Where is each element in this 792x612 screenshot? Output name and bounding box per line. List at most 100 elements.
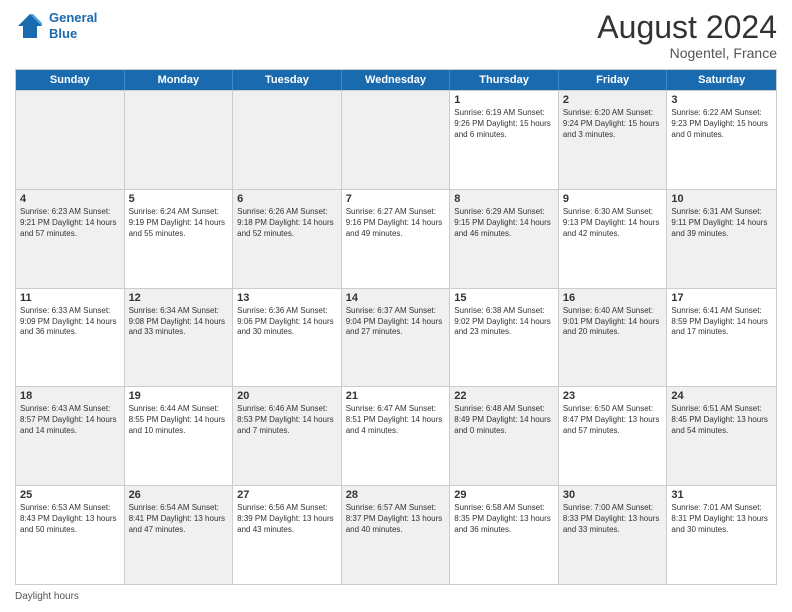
logo-text: General Blue bbox=[49, 10, 97, 41]
day-number: 3 bbox=[671, 94, 772, 106]
cal-cell-21: 21 Sunrise: 6:47 AM Sunset: 8:51 PM Dayli… bbox=[342, 387, 451, 485]
logo: General Blue bbox=[15, 10, 97, 41]
cell-info: Sunrise: 6:58 AM Sunset: 8:35 PM Dayligh… bbox=[454, 503, 554, 535]
weekday-header-sunday: Sunday bbox=[16, 70, 125, 90]
week-row-2: 4 Sunrise: 6:23 AM Sunset: 9:21 PM Daylig… bbox=[16, 189, 776, 288]
day-number: 5 bbox=[129, 193, 229, 205]
logo-icon bbox=[15, 11, 45, 41]
day-number: 31 bbox=[671, 489, 772, 501]
day-number: 17 bbox=[671, 292, 772, 304]
cell-info: Sunrise: 6:41 AM Sunset: 8:59 PM Dayligh… bbox=[671, 306, 772, 338]
cell-info: Sunrise: 6:54 AM Sunset: 8:41 PM Dayligh… bbox=[129, 503, 229, 535]
day-number: 26 bbox=[129, 489, 229, 501]
cal-cell-8: 8 Sunrise: 6:29 AM Sunset: 9:15 PM Daylig… bbox=[450, 190, 559, 288]
cell-info: Sunrise: 6:27 AM Sunset: 9:16 PM Dayligh… bbox=[346, 207, 446, 239]
cal-cell-24: 24 Sunrise: 6:51 AM Sunset: 8:45 PM Dayli… bbox=[667, 387, 776, 485]
cell-info: Sunrise: 6:24 AM Sunset: 9:19 PM Dayligh… bbox=[129, 207, 229, 239]
cal-cell-29: 29Sunrise: 6:58 AM Sunset: 8:35 PM Dayli… bbox=[450, 486, 559, 584]
weekday-header-wednesday: Wednesday bbox=[342, 70, 451, 90]
cell-info: Sunrise: 6:43 AM Sunset: 8:57 PM Dayligh… bbox=[20, 404, 120, 436]
day-number: 1 bbox=[454, 94, 554, 106]
day-number: 14 bbox=[346, 292, 446, 304]
cell-info: Sunrise: 6:50 AM Sunset: 8:47 PM Dayligh… bbox=[563, 404, 663, 436]
cell-info: Sunrise: 6:30 AM Sunset: 9:13 PM Dayligh… bbox=[563, 207, 663, 239]
day-number: 8 bbox=[454, 193, 554, 205]
cal-cell-5: 5 Sunrise: 6:24 AM Sunset: 9:19 PM Daylig… bbox=[125, 190, 234, 288]
week-row-1: 1Sunrise: 6:19 AM Sunset: 9:26 PM Daylig… bbox=[16, 90, 776, 189]
cell-info: Sunrise: 6:31 AM Sunset: 9:11 PM Dayligh… bbox=[671, 207, 772, 239]
day-number: 10 bbox=[671, 193, 772, 205]
cell-info: Sunrise: 6:40 AM Sunset: 9:01 PM Dayligh… bbox=[563, 306, 663, 338]
cell-info: Sunrise: 6:51 AM Sunset: 8:45 PM Dayligh… bbox=[671, 404, 772, 436]
cal-cell-27: 27Sunrise: 6:56 AM Sunset: 8:39 PM Dayli… bbox=[233, 486, 342, 584]
day-number: 30 bbox=[563, 489, 663, 501]
cell-info: Sunrise: 6:36 AM Sunset: 9:06 PM Dayligh… bbox=[237, 306, 337, 338]
footer: Daylight hours bbox=[15, 591, 777, 602]
day-number: 25 bbox=[20, 489, 120, 501]
cell-info: Sunrise: 6:46 AM Sunset: 8:53 PM Dayligh… bbox=[237, 404, 337, 436]
cell-info: Sunrise: 6:20 AM Sunset: 9:24 PM Dayligh… bbox=[563, 108, 663, 140]
cal-cell-4: 4 Sunrise: 6:23 AM Sunset: 9:21 PM Daylig… bbox=[16, 190, 125, 288]
cell-info: Sunrise: 7:00 AM Sunset: 8:33 PM Dayligh… bbox=[563, 503, 663, 535]
location: Nogentel, France bbox=[597, 45, 777, 61]
cal-cell-23: 23 Sunrise: 6:50 AM Sunset: 8:47 PM Dayli… bbox=[559, 387, 668, 485]
calendar-header: SundayMondayTuesdayWednesdayThursdayFrid… bbox=[16, 70, 776, 90]
cell-info: Sunrise: 6:48 AM Sunset: 8:49 PM Dayligh… bbox=[454, 404, 554, 436]
day-number: 13 bbox=[237, 292, 337, 304]
day-number: 9 bbox=[563, 193, 663, 205]
day-number: 24 bbox=[671, 390, 772, 402]
calendar-body: 1Sunrise: 6:19 AM Sunset: 9:26 PM Daylig… bbox=[16, 90, 776, 584]
cal-cell-11: 11Sunrise: 6:33 AM Sunset: 9:09 PM Dayli… bbox=[16, 289, 125, 387]
cal-cell-10: 10 Sunrise: 6:31 AM Sunset: 9:11 PM Dayli… bbox=[667, 190, 776, 288]
day-number: 16 bbox=[563, 292, 663, 304]
weekday-header-thursday: Thursday bbox=[450, 70, 559, 90]
daylight-label: Daylight hours bbox=[15, 591, 79, 602]
cal-cell-28: 28Sunrise: 6:57 AM Sunset: 8:37 PM Dayli… bbox=[342, 486, 451, 584]
day-number: 20 bbox=[237, 390, 337, 402]
day-number: 11 bbox=[20, 292, 120, 304]
week-row-3: 11Sunrise: 6:33 AM Sunset: 9:09 PM Dayli… bbox=[16, 288, 776, 387]
cell-info: Sunrise: 6:37 AM Sunset: 9:04 PM Dayligh… bbox=[346, 306, 446, 338]
cal-cell-31: 31Sunrise: 7:01 AM Sunset: 8:31 PM Dayli… bbox=[667, 486, 776, 584]
day-number: 12 bbox=[129, 292, 229, 304]
cal-cell-26: 26 Sunrise: 6:54 AM Sunset: 8:41 PM Dayli… bbox=[125, 486, 234, 584]
cell-info: Sunrise: 6:44 AM Sunset: 8:55 PM Dayligh… bbox=[129, 404, 229, 436]
day-number: 2 bbox=[563, 94, 663, 106]
cal-cell-9: 9 Sunrise: 6:30 AM Sunset: 9:13 PM Daylig… bbox=[559, 190, 668, 288]
cal-cell-2: 2 Sunrise: 6:20 AM Sunset: 9:24 PM Daylig… bbox=[559, 91, 668, 189]
cal-cell-16: 16 Sunrise: 6:40 AM Sunset: 9:01 PM Dayli… bbox=[559, 289, 668, 387]
cal-cell-empty-0-3 bbox=[342, 91, 451, 189]
day-number: 22 bbox=[454, 390, 554, 402]
cal-cell-30: 30 Sunrise: 7:00 AM Sunset: 8:33 PM Dayli… bbox=[559, 486, 668, 584]
cell-info: Sunrise: 6:23 AM Sunset: 9:21 PM Dayligh… bbox=[20, 207, 120, 239]
calendar: SundayMondayTuesdayWednesdayThursdayFrid… bbox=[15, 69, 777, 585]
day-number: 4 bbox=[20, 193, 120, 205]
cell-info: Sunrise: 6:29 AM Sunset: 9:15 PM Dayligh… bbox=[454, 207, 554, 239]
header: General Blue August 2024 Nogentel, Franc… bbox=[15, 10, 777, 61]
day-number: 7 bbox=[346, 193, 446, 205]
cal-cell-1: 1Sunrise: 6:19 AM Sunset: 9:26 PM Daylig… bbox=[450, 91, 559, 189]
title-block: August 2024 Nogentel, France bbox=[597, 10, 777, 61]
cell-info: Sunrise: 6:57 AM Sunset: 8:37 PM Dayligh… bbox=[346, 503, 446, 535]
cal-cell-13: 13 Sunrise: 6:36 AM Sunset: 9:06 PM Dayli… bbox=[233, 289, 342, 387]
day-number: 27 bbox=[237, 489, 337, 501]
cell-info: Sunrise: 6:47 AM Sunset: 8:51 PM Dayligh… bbox=[346, 404, 446, 436]
day-number: 15 bbox=[454, 292, 554, 304]
cal-cell-20: 20 Sunrise: 6:46 AM Sunset: 8:53 PM Dayli… bbox=[233, 387, 342, 485]
day-number: 23 bbox=[563, 390, 663, 402]
weekday-header-monday: Monday bbox=[125, 70, 234, 90]
day-number: 6 bbox=[237, 193, 337, 205]
cal-cell-3: 3 Sunrise: 6:22 AM Sunset: 9:23 PM Daylig… bbox=[667, 91, 776, 189]
cal-cell-25: 25Sunrise: 6:53 AM Sunset: 8:43 PM Dayli… bbox=[16, 486, 125, 584]
cell-info: Sunrise: 6:38 AM Sunset: 9:02 PM Dayligh… bbox=[454, 306, 554, 338]
week-row-5: 25Sunrise: 6:53 AM Sunset: 8:43 PM Dayli… bbox=[16, 485, 776, 584]
cal-cell-22: 22 Sunrise: 6:48 AM Sunset: 8:49 PM Dayli… bbox=[450, 387, 559, 485]
cell-info: Sunrise: 6:34 AM Sunset: 9:08 PM Dayligh… bbox=[129, 306, 229, 338]
cal-cell-12: 12 Sunrise: 6:34 AM Sunset: 9:08 PM Dayli… bbox=[125, 289, 234, 387]
cal-cell-17: 17 Sunrise: 6:41 AM Sunset: 8:59 PM Dayli… bbox=[667, 289, 776, 387]
day-number: 21 bbox=[346, 390, 446, 402]
cell-info: Sunrise: 6:22 AM Sunset: 9:23 PM Dayligh… bbox=[671, 108, 772, 140]
cal-cell-19: 19Sunrise: 6:44 AM Sunset: 8:55 PM Dayli… bbox=[125, 387, 234, 485]
cell-info: Sunrise: 6:26 AM Sunset: 9:18 PM Dayligh… bbox=[237, 207, 337, 239]
weekday-header-friday: Friday bbox=[559, 70, 668, 90]
